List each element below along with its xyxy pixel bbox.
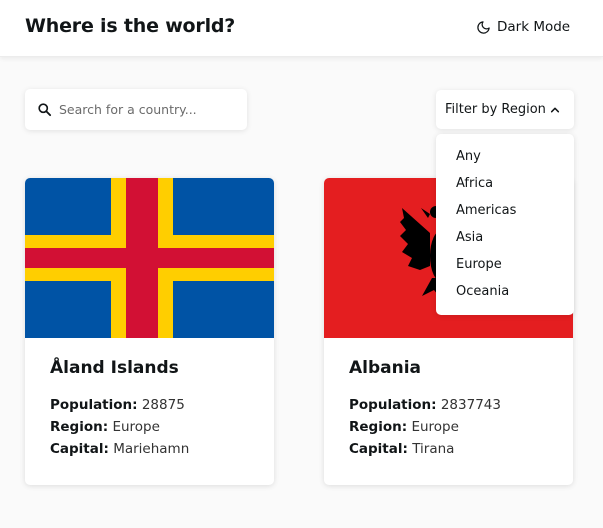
- aland-islands-flag: [25, 178, 274, 338]
- search-box[interactable]: [25, 89, 247, 130]
- population-value: 2837743: [440, 397, 501, 413]
- region-label: Region:: [349, 419, 408, 435]
- region-filter-select[interactable]: Filter by Region: [436, 90, 574, 129]
- country-name: Åland Islands: [50, 358, 179, 378]
- region-row: Region: Europe: [50, 419, 160, 435]
- dark-mode-toggle[interactable]: Dark Mode: [476, 19, 570, 35]
- capital-label: Capital:: [50, 441, 109, 457]
- region-option-asia[interactable]: Asia: [436, 227, 574, 254]
- capital-value: Tirana: [412, 441, 455, 457]
- region-option-oceania[interactable]: Oceania: [436, 281, 574, 308]
- region-label: Region:: [50, 419, 109, 435]
- capital-label: Capital:: [349, 441, 408, 457]
- population-value: 28875: [141, 397, 185, 413]
- app-title: Where is the world?: [25, 15, 236, 37]
- region-option-americas[interactable]: Americas: [436, 200, 574, 227]
- region-dropdown-menu: Any Africa Americas Asia Europe Oceania: [436, 134, 574, 315]
- app-header: Where is the world? Dark Mode: [0, 0, 603, 57]
- moon-icon: [477, 20, 490, 34]
- region-filter-label: Filter by Region: [445, 102, 546, 117]
- region-value: Europe: [112, 419, 160, 435]
- country-card-aland-islands[interactable]: Åland Islands Population: 28875 Region: …: [25, 178, 274, 485]
- region-option-europe[interactable]: Europe: [436, 254, 574, 281]
- population-label: Population:: [349, 397, 437, 413]
- population-label: Population:: [50, 397, 138, 413]
- chevron-up-icon: [550, 107, 560, 112]
- population-row: Population: 28875: [50, 397, 185, 413]
- capital-row: Capital: Mariehamn: [50, 441, 189, 457]
- capital-row: Capital: Tirana: [349, 441, 454, 457]
- dark-mode-label: Dark Mode: [497, 19, 571, 35]
- capital-value: Mariehamn: [113, 441, 190, 457]
- region-value: Europe: [411, 419, 459, 435]
- region-option-any[interactable]: Any: [436, 146, 574, 173]
- country-name: Albania: [349, 358, 422, 378]
- region-option-africa[interactable]: Africa: [436, 173, 574, 200]
- region-row: Region: Europe: [349, 419, 459, 435]
- search-input[interactable]: [59, 102, 239, 117]
- search-icon: [38, 103, 52, 117]
- population-row: Population: 2837743: [349, 397, 501, 413]
